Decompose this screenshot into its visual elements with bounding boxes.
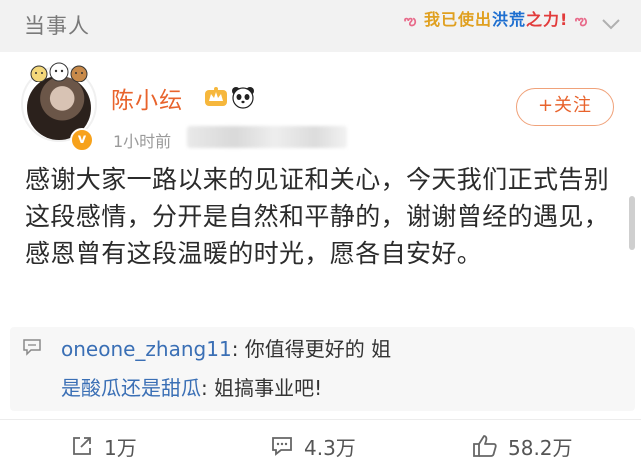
verified-badge-icon: v	[70, 128, 94, 152]
comment-item[interactable]: oneone_zhang11: 你值得更好的 姐	[61, 333, 391, 362]
page-header: 当事人 ఌ 我已使出洪荒之力! ఌ	[0, 0, 641, 52]
comment-button[interactable]: 4.3万	[270, 432, 356, 460]
header-badge: ఌ 我已使出洪荒之力! ఌ	[404, 6, 588, 32]
badge-text-3: 之力!	[525, 10, 569, 29]
divider	[0, 419, 641, 420]
vip-crown-icon	[205, 87, 227, 106]
comment-text: 姐搞事业吧!	[214, 376, 323, 400]
share-count: 1万	[104, 435, 137, 460]
comment-count: 4.3万	[304, 435, 356, 460]
comment-item[interactable]: 是酸瓜还是甜瓜: 姐搞事业吧!	[61, 372, 322, 401]
comment-bubble-icon	[23, 339, 41, 356]
badge-text-1: 我已使出	[423, 10, 492, 29]
comment-user[interactable]: 是酸瓜还是甜瓜	[61, 376, 201, 400]
comment-text: 你值得更好的 姐	[244, 337, 392, 361]
share-button[interactable]: 1万	[70, 432, 137, 460]
comment-separator: :	[201, 376, 215, 400]
panda-icon	[232, 87, 254, 109]
post-body: 感谢大家一路以来的见证和关心，今天我们正式告别这段感情，分开是自然和平静的，谢谢…	[25, 165, 610, 268]
cartoon-animals-icon	[30, 62, 88, 82]
page-title: 当事人	[24, 14, 90, 38]
comment-separator: :	[231, 337, 245, 361]
blurred-source	[187, 126, 347, 148]
badge-deco-left: ఌ	[404, 13, 418, 29]
thumbs-up-icon	[473, 435, 497, 457]
comment-user[interactable]: oneone_zhang11	[61, 337, 232, 361]
follow-button[interactable]: +关注	[516, 88, 614, 126]
comment-icon	[272, 437, 292, 456]
like-button[interactable]: 58.2万	[472, 432, 573, 460]
chevron-down-icon[interactable]	[596, 12, 626, 36]
badge-text-2: 洪荒	[491, 10, 526, 29]
scrollbar[interactable]	[629, 196, 635, 250]
post-time: 1小时前	[113, 132, 172, 151]
share-icon	[73, 437, 91, 455]
badge-deco-right: ఌ	[574, 13, 589, 29]
like-count: 58.2万	[508, 435, 573, 460]
username[interactable]: 陈小纭	[111, 81, 183, 115]
